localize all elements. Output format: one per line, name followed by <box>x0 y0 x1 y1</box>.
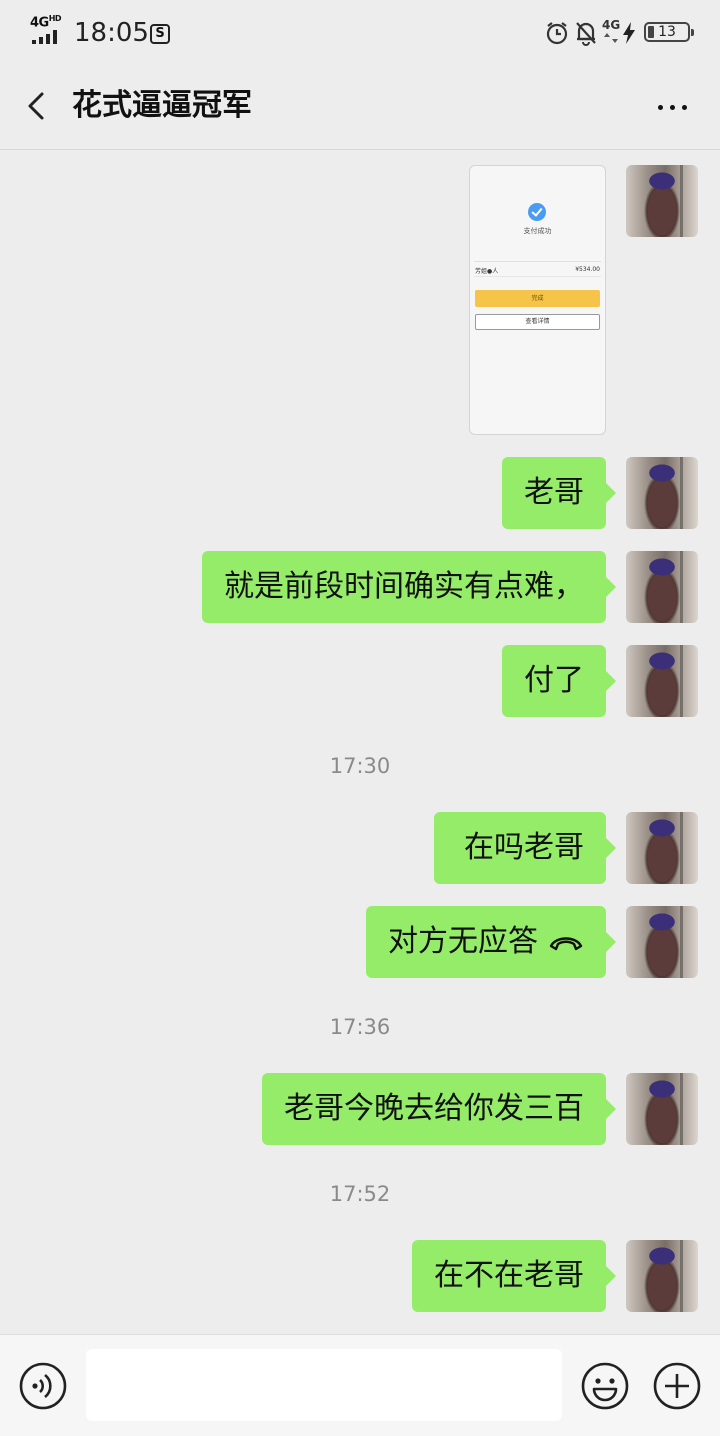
avatar[interactable] <box>626 1073 698 1145</box>
avatar[interactable] <box>626 165 698 237</box>
call-record-bubble[interactable]: 对方无应答 <box>366 906 616 978</box>
chat-header: 花式逼逼冠军 <box>0 66 720 150</box>
screenshot-done-button: 完成 <box>475 290 600 307</box>
status-right: 4G 13 <box>530 18 694 48</box>
status-time: 18:05 <box>74 18 149 48</box>
alarm-icon <box>546 22 568 45</box>
chat-title: 花式逼逼冠军 <box>72 88 252 123</box>
message-bubble[interactable]: 老哥今晚去给你发三百 <box>262 1073 616 1145</box>
screenshot-amount: ¥534.00 <box>575 266 600 273</box>
more-dots-icon <box>657 104 663 110</box>
voice-button[interactable] <box>18 1361 68 1411</box>
message-bubble[interactable]: 在不在老哥 <box>412 1240 616 1312</box>
network-type: 4GHD <box>30 14 62 31</box>
bell-off-icon <box>576 22 596 46</box>
avatar[interactable] <box>626 906 698 978</box>
avatar[interactable] <box>626 812 698 884</box>
emoji-button[interactable] <box>580 1361 630 1411</box>
message-timestamp: 17:52 <box>329 1182 391 1206</box>
avatar[interactable] <box>626 551 698 623</box>
voice-icon <box>19 1362 67 1410</box>
chevron-left-icon <box>28 92 44 120</box>
plus-icon <box>653 1362 701 1410</box>
check-circle-icon <box>528 203 546 221</box>
battery-icon: 13 <box>644 22 694 42</box>
screenshot-title: 支付成功 <box>523 227 552 235</box>
screenshot-merchant: 芳姐●人 <box>475 268 499 275</box>
message-bubble[interactable]: 老哥 <box>502 457 616 529</box>
status-bar: 4GHD 18:05 S 4G 13 <box>0 0 720 66</box>
avatar[interactable] <box>626 1240 698 1312</box>
more-button[interactable] <box>652 92 692 122</box>
avatar[interactable] <box>626 645 698 717</box>
emoji-icon <box>581 1362 629 1410</box>
screenshot-details-button: 查看详情 <box>475 314 600 330</box>
battery-level: 13 <box>658 24 676 40</box>
charging-icon <box>623 22 635 44</box>
message-bubble[interactable]: 付了 <box>502 645 616 717</box>
message-timestamp: 17:36 <box>329 1015 391 1039</box>
message-timestamp: 17:30 <box>329 754 391 778</box>
image-message-payment-screenshot[interactable]: 支付成功 芳姐●人 ¥534.00 完成 查看详情 <box>469 165 606 435</box>
s-badge-icon: S <box>150 24 170 44</box>
screenshot-row: 芳姐●人 ¥534.00 <box>475 266 600 275</box>
call-record-text: 对方无应答 <box>388 924 538 959</box>
phone-hangup-icon <box>549 936 583 950</box>
message-bubble[interactable]: 在吗老哥 <box>434 812 616 884</box>
avatar[interactable] <box>626 457 698 529</box>
more-functions-button[interactable] <box>652 1361 702 1411</box>
signal-arrows-icon <box>604 33 618 43</box>
signal-icon <box>32 30 57 44</box>
message-bubble[interactable]: 就是前段时间确实有点难， <box>202 551 616 623</box>
input-bar <box>0 1334 720 1436</box>
back-button[interactable] <box>18 86 58 126</box>
right-network: 4G <box>602 18 621 32</box>
message-input[interactable] <box>86 1349 562 1421</box>
